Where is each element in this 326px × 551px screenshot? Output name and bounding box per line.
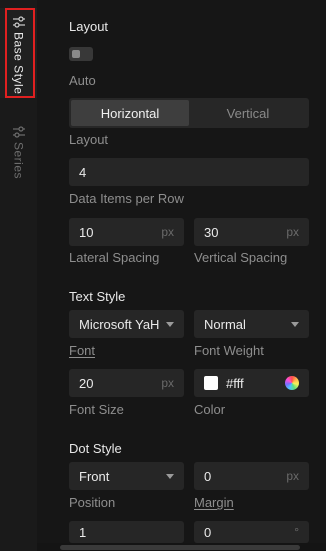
layout-label: Layout [69, 132, 109, 147]
color-value: #fff [226, 375, 244, 391]
lateral-spacing-input[interactable]: 10 px [69, 218, 184, 246]
position-label: Position [69, 495, 116, 510]
margin-input[interactable]: 0 px [194, 462, 309, 490]
margin-label: Margin [194, 495, 234, 510]
data-items-label: Data Items per Row [69, 191, 184, 206]
margin-unit: px [286, 469, 299, 483]
tab-base-style[interactable]: Base Style [0, 8, 37, 98]
dot-size-input[interactable]: 1 [69, 521, 184, 543]
chevron-down-icon [291, 321, 299, 327]
vertical-spacing-value: 30 [204, 224, 219, 240]
layout-option-horizontal[interactable]: Horizontal [71, 100, 189, 126]
font-weight-label: Font Weight [194, 343, 264, 358]
position-select[interactable]: Front [69, 462, 184, 490]
dot-rotation-input[interactable]: 0 ° [194, 521, 309, 543]
lateral-spacing-unit: px [161, 225, 174, 239]
color-swatch[interactable] [204, 376, 218, 390]
font-size-unit: px [161, 376, 174, 390]
sliders-icon [12, 126, 25, 138]
chevron-down-icon [166, 473, 174, 479]
scrollbar-thumb[interactable] [60, 545, 300, 550]
font-weight-select[interactable]: Normal [194, 310, 309, 338]
sliders-icon [12, 16, 25, 28]
vertical-spacing-unit: px [286, 225, 299, 239]
font-size-value: 20 [79, 375, 94, 391]
vertical-spacing-input[interactable]: 30 px [194, 218, 309, 246]
data-items-value: 4 [79, 164, 87, 180]
layout-option-vertical[interactable]: Vertical [189, 100, 307, 126]
font-select[interactable]: Microsoft YaH [69, 310, 184, 338]
dot-style-section-title: Dot Style [69, 441, 122, 456]
font-label: Font [69, 343, 96, 358]
layout-segmented-control: Horizontal Vertical [69, 98, 309, 128]
lateral-spacing-value: 10 [79, 224, 94, 240]
vertical-spacing-label: Vertical Spacing [194, 250, 288, 265]
dot-size-value: 1 [79, 524, 87, 540]
toggle-knob [72, 50, 80, 58]
margin-value: 0 [204, 468, 212, 484]
font-value: Microsoft YaH [79, 316, 160, 332]
tab-series[interactable]: Series [0, 120, 37, 190]
tab-rail: Base Style Series [0, 0, 37, 551]
color-picker[interactable]: #fff [194, 369, 309, 397]
data-items-input[interactable]: 4 [69, 158, 309, 186]
settings-panel: Layout Auto Horizontal Vertical Layout 4… [37, 0, 326, 551]
tab-base-style-label: Base Style [11, 32, 26, 95]
auto-toggle[interactable] [69, 47, 93, 61]
dot-rotation-value: 0 [204, 524, 212, 540]
color-wheel-icon[interactable] [285, 376, 299, 390]
text-style-section-title: Text Style [69, 289, 126, 304]
tab-series-label: Series [11, 142, 26, 180]
position-value: Front [79, 468, 110, 484]
degree-unit: ° [294, 525, 299, 539]
lateral-spacing-label: Lateral Spacing [69, 250, 160, 265]
auto-label: Auto [69, 73, 96, 88]
chevron-down-icon [166, 321, 174, 327]
font-weight-value: Normal [204, 316, 246, 332]
layout-section-title: Layout [69, 19, 109, 34]
font-size-input[interactable]: 20 px [69, 369, 184, 397]
color-label: Color [194, 402, 226, 417]
font-size-label: Font Size [69, 402, 124, 417]
